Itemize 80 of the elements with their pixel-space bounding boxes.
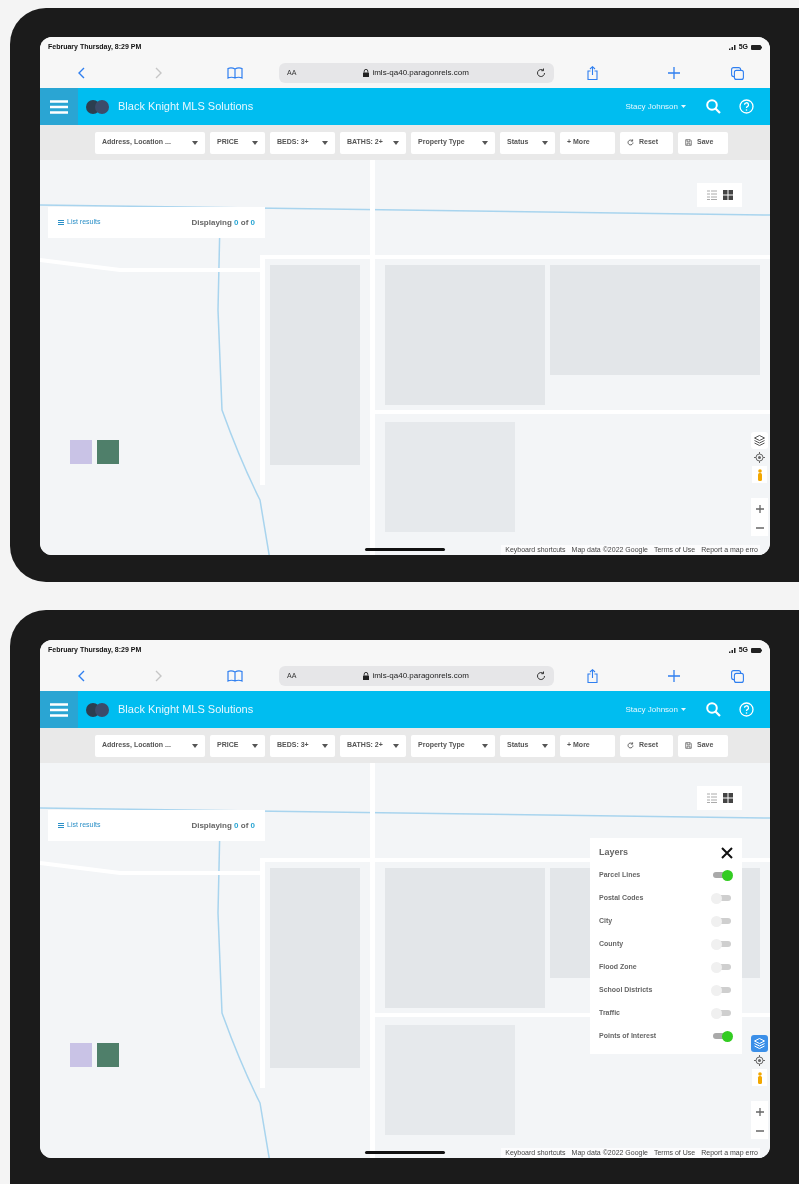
plus-icon[interactable] (668, 67, 680, 79)
menu-button[interactable] (40, 88, 78, 125)
person-icon (756, 1071, 763, 1084)
caret-icon (482, 140, 488, 145)
caret-icon (252, 743, 258, 748)
url-text: imls-qa40.paragonrels.com (372, 670, 469, 682)
list-view-icon (706, 793, 717, 803)
caret-icon (393, 140, 399, 145)
share-icon[interactable] (587, 669, 598, 683)
battery-icon (751, 45, 762, 50)
caret-icon (542, 140, 548, 145)
search-icon[interactable] (706, 702, 721, 717)
view-button[interactable] (720, 188, 735, 202)
menu-icon (50, 99, 68, 114)
lock-icon (363, 69, 370, 77)
bookmarks-icon[interactable] (227, 670, 243, 682)
lock-icon (363, 672, 370, 680)
person-icon (756, 468, 763, 481)
toggle-switch[interactable] (711, 1030, 733, 1042)
list-icon (58, 220, 64, 225)
caret-icon (681, 708, 686, 711)
locate-icon[interactable] (754, 1055, 765, 1066)
logo-icon (86, 702, 110, 717)
zoom-in-icon[interactable] (755, 1108, 764, 1116)
caret-icon (681, 105, 686, 108)
zoom-in-icon[interactable] (755, 505, 764, 513)
toggle-switch[interactable] (711, 869, 733, 881)
battery-icon (751, 648, 762, 653)
caret-icon (482, 743, 488, 748)
list-view-icon (706, 190, 717, 200)
caret-icon (192, 743, 198, 748)
locate-icon[interactable] (754, 452, 765, 463)
search-icon[interactable] (706, 99, 721, 114)
toggle-switch[interactable] (711, 915, 733, 927)
caret-icon (192, 140, 198, 145)
app-title: Black Knight MLS Solutions (118, 702, 254, 718)
help-icon[interactable] (739, 99, 754, 114)
plus-icon[interactable] (668, 670, 680, 682)
toggle-switch[interactable] (711, 984, 733, 996)
toggle-switch[interactable] (711, 892, 733, 904)
help-icon[interactable] (739, 702, 754, 717)
signal-icon (728, 648, 736, 653)
caret-icon (322, 743, 328, 748)
save-icon (685, 742, 692, 749)
close-icon[interactable] (721, 846, 733, 859)
results-count: Displaying 0 of 0 (191, 819, 255, 832)
toggle-switch[interactable] (711, 938, 733, 950)
app-title: Black Knight MLS Solutions (118, 99, 254, 115)
layers-button[interactable] (751, 1035, 768, 1052)
logo-icon (86, 99, 110, 114)
reload-icon[interactable] (536, 68, 546, 78)
refresh-icon (627, 139, 634, 146)
menu-button[interactable] (40, 691, 78, 728)
back-icon[interactable] (78, 670, 85, 682)
layers-button[interactable] (751, 432, 768, 449)
share-icon[interactable] (587, 66, 598, 80)
refresh-icon (627, 742, 634, 749)
caret-icon (542, 743, 548, 748)
toggle-switch[interactable] (711, 1007, 733, 1019)
toggle-switch[interactable] (711, 961, 733, 973)
view-button[interactable] (720, 791, 735, 805)
bookmarks-icon[interactable] (227, 67, 243, 79)
save-icon (685, 139, 692, 146)
tabs-icon[interactable] (731, 669, 744, 683)
url-text: imls-qa40.paragonrels.com (372, 67, 469, 79)
panel-title: Layers (599, 846, 629, 859)
grid-view-icon (722, 793, 733, 803)
tabs-icon[interactable] (731, 66, 744, 80)
results-count: Displaying 0 of 0 (191, 216, 255, 229)
caret-icon (393, 743, 399, 748)
back-icon[interactable] (78, 67, 85, 79)
menu-icon (50, 702, 68, 717)
reload-icon[interactable] (536, 671, 546, 681)
signal-icon (728, 45, 736, 50)
layers-icon (754, 435, 765, 446)
grid-view-icon (722, 190, 733, 200)
list-icon (58, 823, 64, 828)
layers-icon (754, 1038, 765, 1049)
caret-icon (322, 140, 328, 145)
caret-icon (252, 140, 258, 145)
